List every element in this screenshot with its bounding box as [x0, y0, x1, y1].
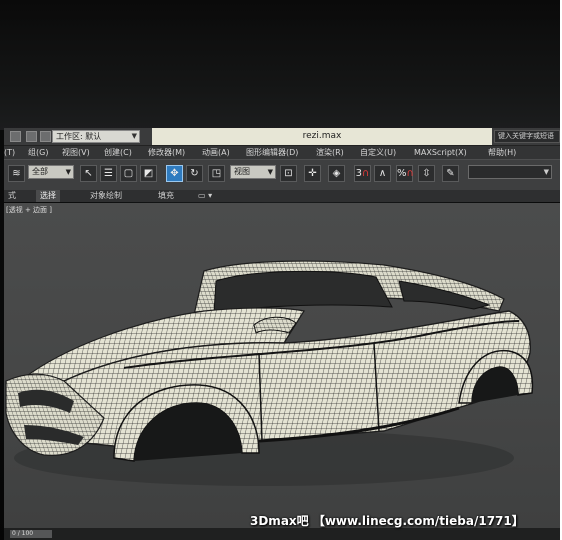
link-icon[interactable]: ≋: [8, 165, 25, 182]
menu-item-animation[interactable]: 动画(A): [202, 146, 230, 159]
menu-item-views[interactable]: 视图(V): [62, 146, 90, 159]
select-and-move-icon[interactable]: ✥: [166, 165, 183, 182]
open-file-icon[interactable]: [26, 131, 37, 142]
named-selection-set-select[interactable]: ▼: [468, 165, 552, 179]
selection-filter-value: 全部: [32, 167, 48, 176]
app-menu-icon[interactable]: [10, 131, 21, 142]
watermark-text: 3Dmax吧 【www.linecg.com/tieba/1771】: [250, 514, 524, 528]
photo-of-monitor: 工作区: 默认 ▼ rezi.max 键入关键字或短语 (T) 组(G) 视图(…: [0, 0, 562, 540]
spinner-snap-icon[interactable]: ⇳: [418, 165, 435, 182]
save-file-icon[interactable]: [40, 131, 51, 142]
document-title: rezi.max: [152, 128, 492, 145]
angle-snap-icon[interactable]: ∧: [374, 165, 391, 182]
select-and-rotate-icon[interactable]: ↻: [186, 165, 203, 182]
menu-item-maxscript[interactable]: MAXScript(X): [414, 146, 467, 159]
keyboard-shortcut-icon[interactable]: ◈: [328, 165, 345, 182]
chevron-down-icon: ▼: [131, 132, 137, 140]
reference-coordinate-value: 视图: [234, 167, 250, 176]
percent-snap-icon[interactable]: %∩: [396, 165, 414, 182]
select-and-manipulate-icon[interactable]: ✛: [304, 165, 321, 182]
menu-item-rendering[interactable]: 渲染(R): [316, 146, 344, 159]
perspective-viewport[interactable]: [透视 + 边面 ]: [4, 203, 560, 528]
menu-bar: (T) 组(G) 视图(V) 创建(C) 修改器(M) 动画(A) 图形编辑器(…: [4, 146, 560, 159]
tab-populate[interactable]: 填充: [154, 190, 178, 202]
menu-item-group[interactable]: 组(G): [28, 146, 48, 159]
menu-item-tools[interactable]: (T): [4, 146, 15, 159]
menu-item-help[interactable]: 帮助(H): [488, 146, 516, 159]
menu-item-modifiers[interactable]: 修改器(M): [148, 146, 185, 159]
search-input[interactable]: 键入关键字或短语: [494, 130, 560, 143]
workspace-dropdown-label: 工作区: 默认: [56, 132, 102, 141]
menu-item-graph-editors[interactable]: 图形编辑器(D): [246, 146, 298, 159]
chevron-down-icon: ▼: [65, 168, 71, 176]
snap-toggle-icon[interactable]: 3∩: [354, 165, 371, 182]
time-slider[interactable]: 0 / 100: [10, 530, 52, 538]
edit-named-selection-icon[interactable]: ✎: [442, 165, 459, 182]
ribbon-options-icon[interactable]: ▭ ▾: [194, 190, 216, 202]
percent-snap-label: %: [397, 168, 407, 179]
ribbon-tab-bar: 式 选择 对象绘制 填充 ▭ ▾: [4, 190, 560, 202]
tab-selection[interactable]: 选择: [36, 190, 60, 202]
select-by-name-icon[interactable]: ☰: [100, 165, 117, 182]
chevron-down-icon: ▼: [543, 168, 549, 176]
menu-item-create[interactable]: 创建(C): [104, 146, 132, 159]
select-and-scale-icon[interactable]: ◳: [208, 165, 225, 182]
tab-object-paint[interactable]: 对象绘制: [86, 190, 126, 202]
monitor-bezel-area: [0, 0, 562, 130]
main-toolbar: ≋ 全部 ▼ ↖ ☰ ▢ ◩ ✥ ↻ ◳ 视图 ▼ ⊡ ✛ ◈ 3∩ ∧ %∩ …: [4, 159, 560, 191]
tab-modeling[interactable]: 式: [4, 190, 20, 202]
title-bar: 工作区: 默认 ▼ rezi.max 键入关键字或短语: [4, 128, 560, 146]
menu-item-customize[interactable]: 自定义(U): [360, 146, 396, 159]
time-slider-bar: 0 / 100: [4, 528, 560, 540]
pivot-center-icon[interactable]: ⊡: [280, 165, 297, 182]
chevron-down-icon: ▼: [267, 168, 273, 176]
window-crossing-icon[interactable]: ◩: [140, 165, 157, 182]
workspace-dropdown[interactable]: 工作区: 默认 ▼: [52, 130, 140, 143]
selection-filter-select[interactable]: 全部 ▼: [28, 165, 74, 179]
select-object-icon[interactable]: ↖: [80, 165, 97, 182]
reference-coordinate-select[interactable]: 视图 ▼: [230, 165, 276, 179]
region-select-icon[interactable]: ▢: [120, 165, 137, 182]
car-wireframe-mesh[interactable]: [4, 203, 560, 528]
